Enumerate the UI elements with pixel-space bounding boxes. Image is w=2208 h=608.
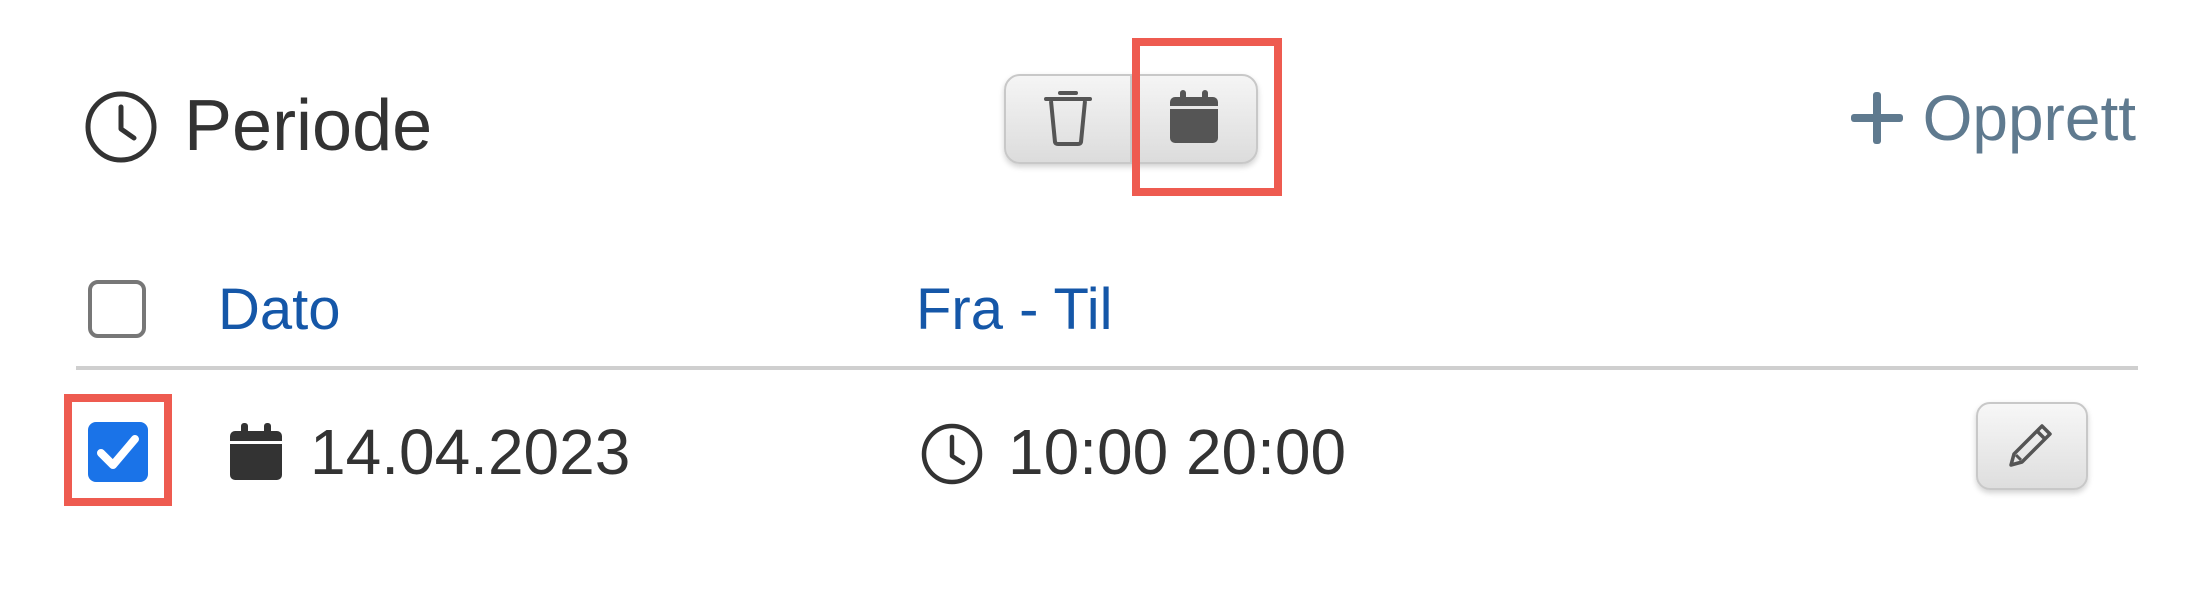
check-icon	[97, 435, 139, 469]
page-title: Periode	[184, 86, 433, 166]
select-all-checkbox[interactable]	[88, 280, 146, 338]
column-header-fra-til[interactable]: Fra - Til	[916, 274, 1113, 346]
clock-icon	[920, 422, 984, 486]
calendar-icon	[1168, 89, 1220, 150]
calendar-icon	[228, 422, 284, 482]
delete-button[interactable]	[1006, 76, 1130, 162]
calendar-button[interactable]	[1130, 76, 1256, 162]
edit-button[interactable]	[1976, 402, 2088, 490]
create-button[interactable]: Opprett	[1850, 76, 2136, 160]
plus-icon	[1850, 92, 1903, 144]
table-divider	[76, 366, 2138, 370]
create-label: Opprett	[1922, 82, 2136, 154]
clock-icon	[84, 90, 158, 164]
trash-icon	[1042, 87, 1094, 152]
row-checkbox[interactable]	[88, 422, 148, 482]
row-date: 14.04.2023	[310, 416, 631, 488]
column-header-dato[interactable]: Dato	[218, 274, 341, 346]
pencil-icon	[2002, 414, 2062, 479]
toolbar-button-group	[1004, 74, 1258, 164]
row-time-range: 10:00 20:00	[1008, 416, 1347, 488]
